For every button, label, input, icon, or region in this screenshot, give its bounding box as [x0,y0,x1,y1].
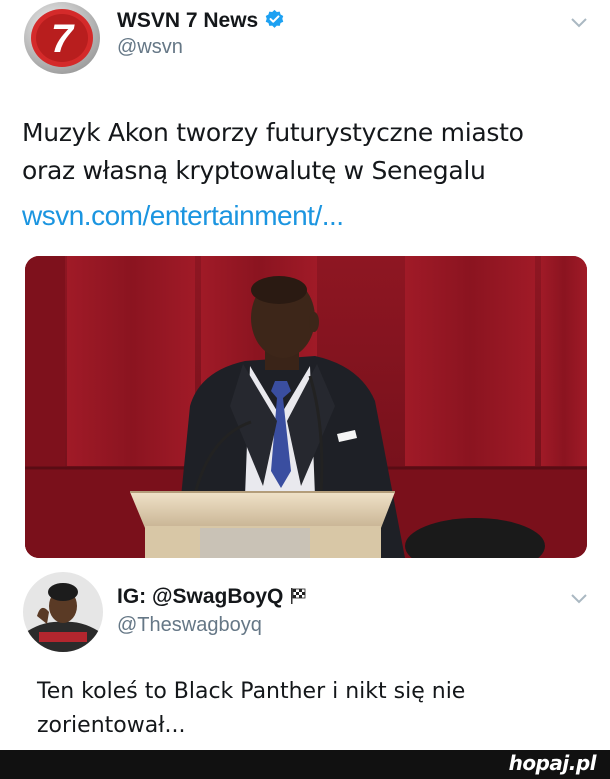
verified-icon [264,9,285,36]
tweet-media-photo[interactable] [25,256,587,558]
reply-avatar[interactable] [23,572,103,652]
reply-author-name-text: IG: @SwagBoyQ [117,585,284,608]
chevron-down-icon[interactable] [570,592,588,610]
footer-bar: hopaj.pl [0,750,610,779]
author-name[interactable]: WSVN 7 News [117,9,285,36]
tweet-text: Muzyk Akon tworzy futurystyczne miasto o… [22,114,602,190]
reply-text-line: Ten koleś to Black Panther i nikt się ni… [37,679,466,704]
reply-text: Ten koleś to Black Panther i nikt się ni… [37,675,577,743]
tweet-text-line: Muzyk Akon tworzy futurystyczne miasto [22,118,524,147]
hopaj-logo[interactable]: hopaj.pl [509,751,597,775]
wsvn-avatar[interactable]: 7 [22,0,102,76]
tweet-link[interactable]: wsvn.com/entertainment/... [22,200,344,232]
tweet-header: 7 WSVN 7 News @wsvn [0,0,610,90]
tweet-text-line: oraz własną kryptowalutę w Senegalu [22,156,486,185]
photo-podium-speaker [25,256,587,558]
author-name-text: WSVN 7 News [117,9,259,32]
chevron-down-icon[interactable] [570,16,588,34]
avatar-label: 7 [51,17,75,61]
reply-author-handle[interactable]: @Theswagboyq [117,614,262,637]
reply-author-name[interactable]: IG: @SwagBoyQ [117,585,308,611]
author-handle[interactable]: @wsvn [117,36,183,59]
reply-text-line: zorientował... [37,713,186,738]
checkered-flag-icon [290,587,308,611]
